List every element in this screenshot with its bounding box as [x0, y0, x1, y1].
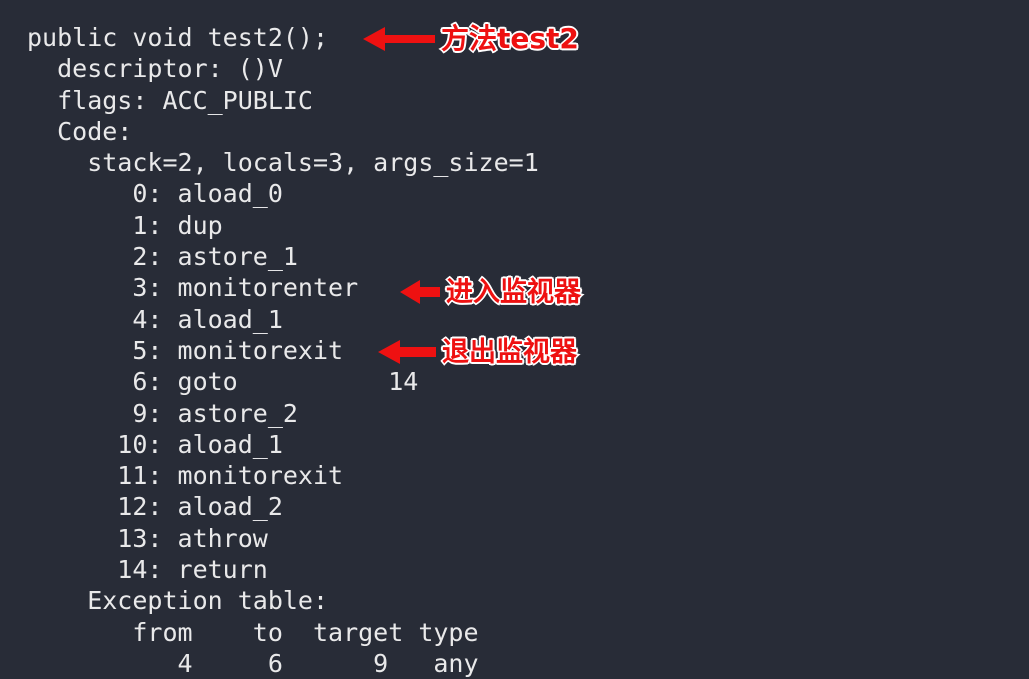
- annotation-label: 方法test2: [440, 22, 581, 55]
- left-arrow-icon: [378, 340, 436, 364]
- code-line: 4: aload_1: [27, 304, 283, 334]
- code-line: 1: dup: [27, 210, 223, 240]
- left-arrow-icon: [363, 27, 435, 51]
- annotation-monitorenter: 进入监视器: [400, 276, 583, 308]
- code-line: from to target type: [27, 617, 479, 647]
- code-line: 13: athrow: [27, 523, 268, 553]
- annotation-label: 进入监视器: [445, 276, 583, 308]
- code-line: Code:: [27, 116, 133, 146]
- code-line: 0: aload_0: [27, 179, 283, 209]
- code-line: descriptor: ()V: [27, 54, 283, 84]
- annotation-monitorexit: 退出监视器: [378, 336, 579, 368]
- code-line: 12: aload_2: [27, 492, 283, 522]
- code-line: 11: monitorexit: [27, 461, 344, 491]
- code-line: 4 6 9 any: [27, 648, 479, 678]
- code-line: 10: aload_1: [27, 429, 283, 459]
- code-line: stack=2, locals=3, args_size=1: [27, 148, 539, 178]
- code-line: Exception table:: [27, 586, 329, 616]
- left-arrow-icon: [400, 280, 440, 304]
- annotation-label: 退出监视器: [441, 336, 579, 368]
- code-line: flags: ACC_PUBLIC: [27, 85, 313, 115]
- annotation-method-test2: 方法test2: [363, 22, 581, 55]
- code-line: 14: return: [27, 555, 268, 585]
- code-line: 2: astore_1: [27, 242, 298, 272]
- code-line: 9: astore_2: [27, 398, 298, 428]
- terminal-screen: public void test2(); descriptor: ()V fla…: [0, 0, 1029, 678]
- code-line: 6: goto 14: [27, 367, 419, 397]
